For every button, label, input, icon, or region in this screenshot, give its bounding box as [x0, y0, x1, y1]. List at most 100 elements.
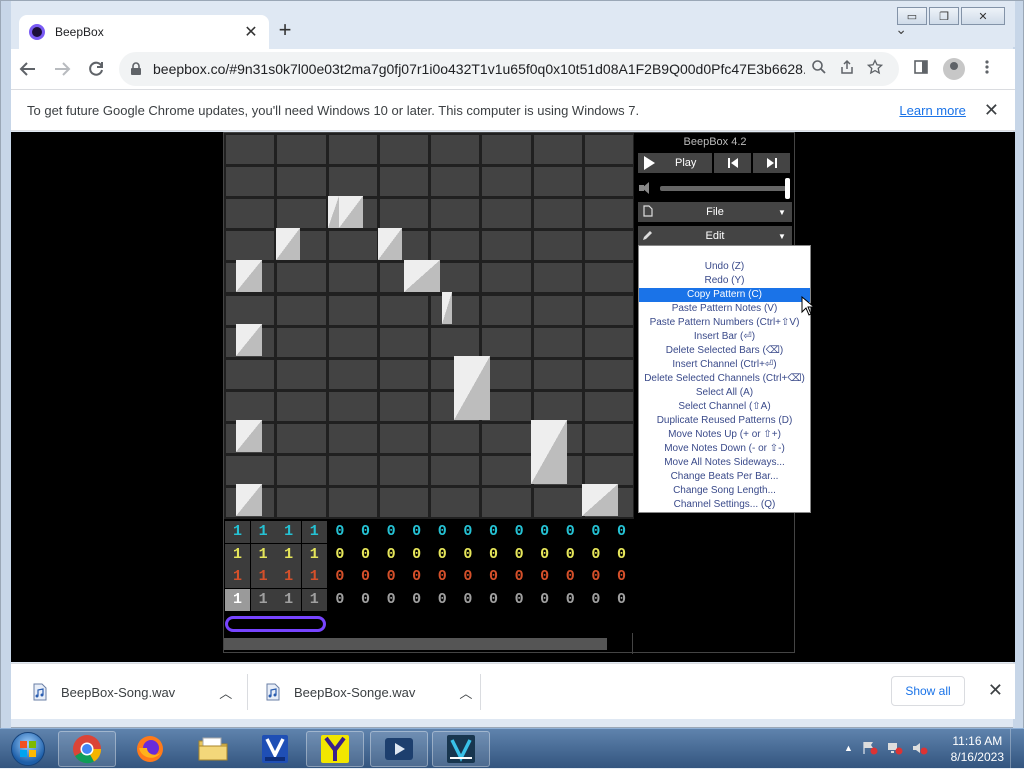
bookmark-star-icon[interactable]: [861, 58, 889, 79]
pattern-cell[interactable]: 0: [327, 566, 352, 588]
pattern-cell[interactable]: 0: [353, 589, 378, 611]
pattern-cell[interactable]: 0: [353, 566, 378, 588]
pattern-cell[interactable]: 0: [379, 566, 404, 588]
pattern-cell[interactable]: 1: [301, 566, 327, 588]
pattern-cell[interactable]: 0: [404, 566, 429, 588]
pattern-cell[interactable]: 0: [583, 544, 608, 566]
pattern-cell[interactable]: 0: [609, 544, 634, 566]
show-desktop-button[interactable]: [1010, 729, 1024, 769]
address-bar[interactable]: beepbox.co/#9n31s0k7l00e03t2ma7g0fj07r1i…: [119, 52, 899, 86]
pattern-cell[interactable]: 1: [250, 566, 276, 588]
show-all-button[interactable]: Show all: [891, 676, 965, 706]
note[interactable]: [236, 260, 262, 292]
edit-menu-item[interactable]: Copy Pattern (C): [639, 288, 810, 302]
pattern-cell[interactable]: 0: [481, 589, 506, 611]
pattern-cell[interactable]: 1: [301, 543, 327, 566]
reload-button[interactable]: [79, 52, 113, 86]
edit-menu-item[interactable]: Move Notes Up (+ or ⇧+): [639, 428, 810, 442]
volume-slider-thumb[interactable]: [785, 177, 790, 199]
pattern-cell[interactable]: 0: [455, 566, 480, 588]
volume-muted-icon[interactable]: [912, 741, 928, 755]
pattern-cell[interactable]: 0: [558, 544, 583, 566]
pattern-cell[interactable]: 0: [430, 589, 455, 611]
pattern-cell[interactable]: 0: [404, 521, 429, 543]
network-icon[interactable]: [887, 741, 903, 755]
pattern-cell[interactable]: 0: [558, 566, 583, 588]
pattern-cell[interactable]: 0: [455, 521, 480, 543]
pattern-cell[interactable]: 0: [481, 521, 506, 543]
url-text[interactable]: beepbox.co/#9n31s0k7l00e03t2ma7g0fj07r1i…: [153, 61, 805, 77]
zoom-icon[interactable]: [805, 59, 833, 79]
note[interactable]: [236, 324, 262, 356]
pattern-editor[interactable]: [224, 133, 634, 519]
note[interactable]: [276, 228, 300, 260]
edit-menu-item[interactable]: Select Channel (⇧A): [639, 400, 810, 414]
profile-avatar[interactable]: [943, 58, 965, 80]
new-tab-button[interactable]: +: [273, 19, 297, 43]
pattern-cell[interactable]: 1: [276, 521, 302, 543]
pattern-cell[interactable]: 1: [250, 521, 276, 543]
pattern-cell[interactable]: 1: [301, 521, 327, 543]
tab-close-icon[interactable]: ✕: [243, 22, 259, 42]
pattern-cell[interactable]: 0: [353, 521, 378, 543]
pattern-cell[interactable]: 0: [532, 566, 557, 588]
pattern-cell[interactable]: 0: [609, 566, 634, 588]
downloads-close-icon[interactable]: ✕: [988, 680, 1003, 701]
note[interactable]: [404, 260, 440, 292]
pattern-cell[interactable]: 0: [455, 544, 480, 566]
pattern-cell[interactable]: 0: [430, 566, 455, 588]
edit-menu-item[interactable]: Channel Settings... (Q): [639, 498, 810, 512]
note[interactable]: [236, 420, 262, 452]
track-editor[interactable]: 1111000000000000111100000000000011110000…: [224, 521, 634, 613]
edit-menu-item[interactable]: Duplicate Reused Patterns (D): [639, 414, 810, 428]
play-button[interactable]: Play: [638, 153, 712, 173]
pattern-cell[interactable]: 0: [583, 521, 608, 543]
note[interactable]: [582, 484, 618, 516]
taskbar-video-editor[interactable]: [432, 731, 490, 767]
pattern-cell[interactable]: 0: [455, 589, 480, 611]
edit-menu-item[interactable]: Insert Channel (Ctrl+⏎): [639, 358, 810, 372]
show-hidden-icons-icon[interactable]: ▲: [844, 743, 853, 755]
edit-menu-item[interactable]: Change Beats Per Bar...: [639, 470, 810, 484]
chevron-up-icon[interactable]: ︿: [219, 683, 232, 702]
pattern-cell[interactable]: 0: [532, 521, 557, 543]
taskbar-firefox[interactable]: [121, 731, 179, 767]
pattern-cell[interactable]: 0: [609, 521, 634, 543]
note[interactable]: [339, 196, 363, 228]
pattern-cell[interactable]: 0: [327, 589, 352, 611]
edit-menu-item[interactable]: Insert Bar (⏎): [639, 330, 810, 344]
pattern-cell[interactable]: 0: [532, 589, 557, 611]
forward-button[interactable]: [45, 52, 79, 86]
chevron-up-icon[interactable]: ︿: [459, 683, 472, 702]
pattern-cell[interactable]: 0: [379, 521, 404, 543]
edit-menu[interactable]: Edit ▼: [638, 226, 792, 246]
pattern-cell[interactable]: 0: [507, 589, 532, 611]
pattern-cell[interactable]: 0: [507, 566, 532, 588]
volume-slider[interactable]: [660, 177, 790, 199]
edit-menu-item[interactable]: Select All (A): [639, 386, 810, 400]
minimize-button[interactable]: ▭: [897, 7, 927, 25]
note[interactable]: [236, 484, 262, 516]
pattern-cell[interactable]: 1: [225, 588, 250, 611]
pattern-cell[interactable]: 0: [430, 521, 455, 543]
tab-beepbox[interactable]: BeepBox ✕: [19, 15, 269, 49]
pattern-cell[interactable]: 1: [250, 543, 276, 566]
pattern-cell[interactable]: 1: [225, 543, 250, 566]
edit-menu-item[interactable]: Undo (Z): [639, 260, 810, 274]
edit-menu-item[interactable]: Move All Notes Sideways...: [639, 456, 810, 470]
pattern-cell[interactable]: 1: [276, 566, 302, 588]
pattern-cell[interactable]: 1: [250, 588, 276, 611]
download-item[interactable]: BeepBox-Songe.wav ︿: [266, 672, 472, 712]
taskbar-chrome[interactable]: [58, 731, 116, 767]
pattern-cell[interactable]: 1: [276, 543, 302, 566]
pattern-cell[interactable]: 0: [558, 521, 583, 543]
taskbar-y-app[interactable]: [306, 731, 364, 767]
pattern-cell[interactable]: 1: [225, 566, 250, 588]
pattern-cell[interactable]: 0: [404, 544, 429, 566]
pattern-cell[interactable]: 0: [609, 589, 634, 611]
note[interactable]: [328, 196, 339, 228]
pattern-cell[interactable]: 0: [327, 544, 352, 566]
close-window-button[interactable]: ✕: [961, 7, 1005, 25]
pattern-cell[interactable]: 1: [225, 521, 250, 543]
taskbar-explorer[interactable]: [184, 731, 242, 767]
